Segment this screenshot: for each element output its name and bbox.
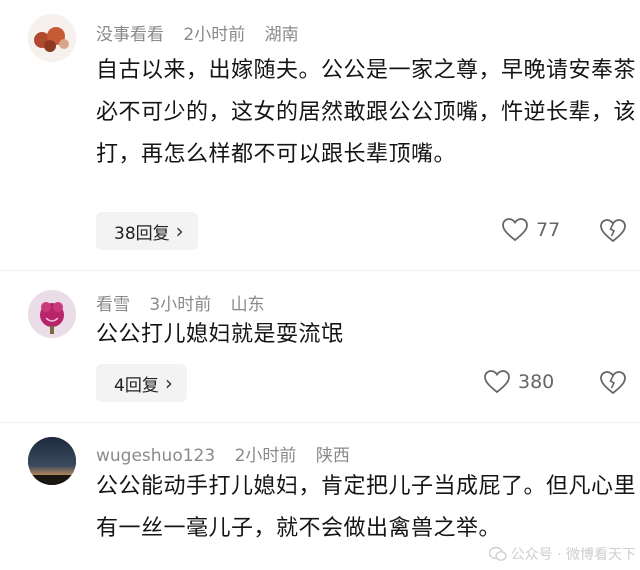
replies-count: 38回复: [114, 223, 170, 244]
username[interactable]: wugeshuo123: [96, 446, 215, 466]
heart-icon: [502, 218, 528, 242]
comment-text: 自古以来，出嫁随夫。公公是一家之尊，早晚请安奉茶必不可少的，这女的居然敢跟公公顶…: [96, 58, 637, 167]
like-button[interactable]: 77: [502, 218, 560, 242]
avatar-image: [28, 437, 76, 485]
avatar[interactable]: [28, 437, 76, 485]
dislike-button[interactable]: [600, 219, 626, 247]
replies-count: 4回复: [114, 375, 159, 396]
avatar[interactable]: [28, 290, 76, 338]
like-count: 77: [536, 219, 561, 241]
avatar-image: [28, 290, 76, 338]
watermark-text: 公众号 · 微博看天下: [510, 547, 636, 563]
timestamp: 2小时前: [234, 446, 297, 466]
location: 湖南: [264, 25, 299, 45]
comment-meta: 没事看看 2小时前 湖南: [96, 20, 313, 45]
comment-text: 公公能动手打儿媳妇，肯定把儿子当成屁了。但凡心里有一丝一毫儿子，就不会做出禽兽之…: [96, 474, 637, 541]
comment-meta: 看雪 3小时前 山东: [96, 290, 279, 315]
like-button[interactable]: 380: [484, 370, 554, 394]
timestamp: 2小时前: [183, 25, 246, 45]
location: 山东: [230, 295, 265, 315]
chevron-right-icon: ›: [175, 219, 184, 243]
replies-button[interactable]: 4回复 ›: [96, 364, 187, 402]
timestamp: 3小时前: [149, 295, 212, 315]
like-count: 380: [518, 371, 555, 393]
username[interactable]: 看雪: [96, 295, 130, 315]
divider: [0, 270, 640, 271]
comment-text: 公公打儿媳妇就是耍流氓: [96, 322, 344, 347]
dislike-button[interactable]: [600, 371, 626, 399]
username[interactable]: 没事看看: [96, 25, 164, 45]
watermark: 公众号 · 微博看天下: [488, 544, 636, 564]
location: 陕西: [315, 446, 350, 466]
comment-meta: wugeshuo123 2小时前 陕西: [96, 441, 364, 466]
avatar-image: [28, 14, 76, 62]
wechat-icon: [488, 546, 507, 561]
broken-heart-icon: [600, 371, 626, 395]
heart-icon: [484, 370, 510, 394]
replies-button[interactable]: 38回复 ›: [96, 212, 198, 250]
divider: [0, 422, 640, 423]
avatar[interactable]: [28, 14, 76, 62]
broken-heart-icon: [600, 219, 626, 243]
chevron-right-icon: ›: [164, 371, 173, 395]
